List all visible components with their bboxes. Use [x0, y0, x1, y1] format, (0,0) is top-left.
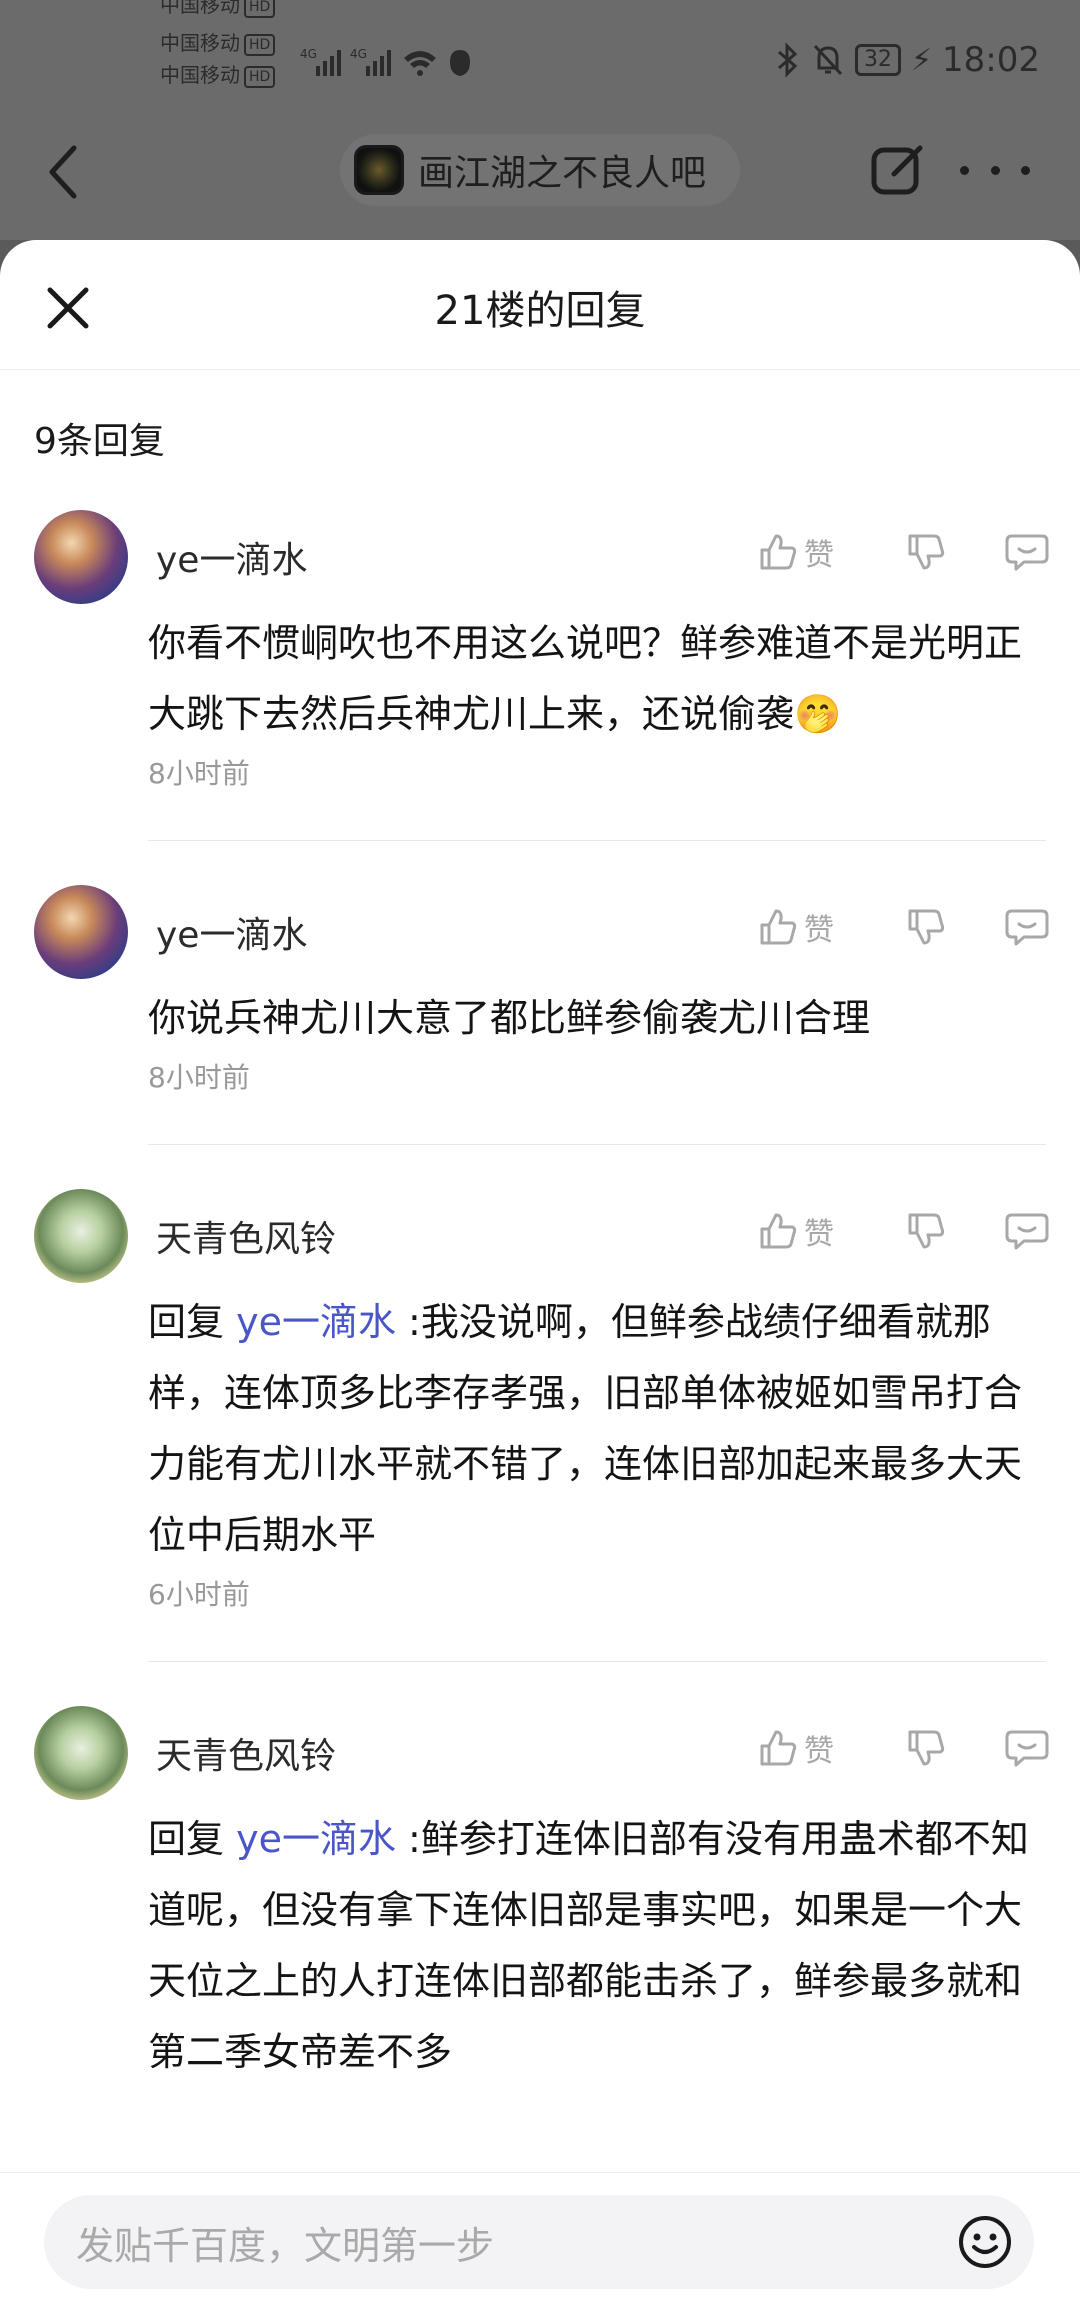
reply-item: 天青色风铃 赞 回复 ye一滴水 :我没说啊，但鲜参战绩仔细看就那样，连体顶多比…: [0, 1189, 1080, 1615]
reply-prefix: 回复: [148, 1817, 237, 1861]
like-label: 赞: [804, 1217, 834, 1252]
avatar[interactable]: [34, 510, 128, 604]
reply-item: 天青色风铃 赞 回复 ye一滴水 :鲜参打连体旧部有没有用蛊术都不知道呢，但没有…: [0, 1706, 1080, 2088]
sheet-title: 21楼的回复: [434, 288, 646, 334]
mention-link[interactable]: ye一滴水: [236, 1300, 396, 1344]
like-label: 赞: [804, 913, 834, 948]
carrier-label: 中国移动 HD: [160, 0, 276, 18]
dislike-button[interactable]: [906, 532, 946, 572]
carrier-label: 中国移动 HD: [160, 62, 276, 88]
like-label: 赞: [804, 538, 834, 573]
comment-bubble-icon: [1005, 909, 1049, 946]
comment-button[interactable]: [1004, 1211, 1050, 1251]
username[interactable]: 天青色风铃: [156, 1727, 336, 1779]
reply-input-bar: 发贴千百度，文明第一步: [0, 2172, 1080, 2310]
avatar[interactable]: [34, 1189, 128, 1283]
svg-text:4G: 4G: [350, 47, 367, 61]
bluetooth-icon: [777, 42, 798, 78]
reply-actions: 赞: [758, 1209, 1050, 1253]
sheet-header: 21楼的回复: [0, 240, 1080, 370]
dislike-button[interactable]: [906, 1211, 946, 1251]
svg-text:4G: 4G: [300, 47, 317, 61]
username[interactable]: 天青色风铃: [156, 1210, 336, 1262]
thumbs-up-icon: [760, 909, 797, 945]
thumbs-up-icon: [760, 1730, 797, 1766]
like-button[interactable]: 赞: [758, 905, 858, 949]
forum-nav-bar: 画江湖之不良人吧: [0, 120, 1080, 220]
avatar[interactable]: [34, 885, 128, 979]
comment-button[interactable]: [1004, 532, 1050, 572]
reply-time: 6小时前: [148, 1578, 250, 1611]
signal-icons: 4G 4G: [300, 47, 470, 76]
thumbs-down-icon: [908, 1730, 945, 1766]
like-button[interactable]: 赞: [758, 1209, 858, 1253]
comment-bubble-icon: [1005, 1213, 1049, 1250]
carrier-label: 中国移动 HD: [160, 30, 276, 56]
like-label: 赞: [804, 1734, 834, 1769]
reply-actions: 赞: [758, 1726, 1050, 1770]
dislike-button[interactable]: [906, 907, 946, 947]
reply-actions: 赞: [758, 530, 1050, 574]
reply-input[interactable]: 发贴千百度，文明第一步: [44, 2195, 1034, 2289]
status-right: 32 ⚡ 18:02: [775, 40, 1040, 80]
reply-prefix: 回复: [148, 1300, 237, 1344]
reply-count: 9条回复: [34, 421, 165, 462]
thumbs-up-icon: [760, 534, 797, 570]
status-bar: 中国移动 HD 中国移动 HD 中国移动 HD 4G 4G 32 ⚡ 18:02: [0, 0, 1080, 90]
reply-text: 回复 ye一滴水 :鲜参打连体旧部有没有用蛊术都不知道呢，但没有拿下连体旧部是事…: [148, 1817, 1029, 2074]
dislike-button[interactable]: [906, 1728, 946, 1768]
forum-avatar: [354, 145, 404, 195]
username[interactable]: ye一滴水: [156, 531, 307, 583]
reply-sheet: 21楼的回复 9条回复 ye一滴水 赞 你看不惯峒吹也不用这么说吧？鲜参难道不是…: [0, 240, 1080, 2310]
more-options-icon[interactable]: [960, 142, 1030, 198]
comment-bubble-icon: [1005, 1730, 1049, 1767]
edit-post-icon[interactable]: [870, 142, 926, 198]
like-button[interactable]: 赞: [758, 1726, 858, 1770]
thumbs-down-icon: [908, 909, 945, 945]
forum-title-pill[interactable]: 画江湖之不良人吧: [340, 134, 740, 206]
reply-time: 8小时前: [148, 1061, 250, 1094]
avatar[interactable]: [34, 1706, 128, 1800]
forum-title: 画江湖之不良人吧: [418, 153, 707, 194]
like-button[interactable]: 赞: [758, 530, 858, 574]
emoji: 🤭: [794, 692, 842, 736]
username[interactable]: ye一滴水: [156, 906, 307, 958]
thumbs-down-icon: [908, 534, 945, 570]
clock: 18:02: [942, 40, 1040, 80]
reply-item: ye一滴水 赞 你看不惯峒吹也不用这么说吧？鲜参难道不是光明正大跳下去然后兵神尤…: [0, 510, 1080, 794]
reply-text: 你看不惯峒吹也不用这么说吧？鲜参难道不是光明正大跳下去然后兵神尤川上来，还说偷袭…: [148, 621, 1023, 736]
battery-indicator: 32: [854, 44, 901, 76]
emoji-icon[interactable]: [956, 2213, 1014, 2271]
reply-time: 8小时前: [148, 757, 250, 790]
back-arrow-icon[interactable]: [44, 142, 84, 202]
mute-bell-icon: [813, 44, 843, 76]
background-app: 中国移动 HD 中国移动 HD 中国移动 HD 4G 4G 32 ⚡ 18:02 画江…: [0, 0, 1080, 240]
comment-bubble-icon: [1005, 534, 1049, 571]
reply-input-placeholder: 发贴千百度，文明第一步: [76, 2223, 495, 2268]
mention-link[interactable]: ye一滴水: [236, 1817, 396, 1861]
reply-list: ye一滴水 赞 你看不惯峒吹也不用这么说吧？鲜参难道不是光明正大跳下去然后兵神尤…: [0, 510, 1080, 2088]
thumbs-down-icon: [908, 1213, 945, 1249]
comment-button[interactable]: [1004, 1728, 1050, 1768]
charging-icon: ⚡: [910, 42, 933, 78]
reply-text: 你说兵神尤川大意了都比鲜参偷袭尤川合理: [148, 996, 871, 1040]
reply-text: 回复 ye一滴水 :我没说啊，但鲜参战绩仔细看就那样，连体顶多比李存孝强，旧部单…: [148, 1300, 1023, 1557]
thumbs-up-icon: [760, 1213, 797, 1249]
reply-actions: 赞: [758, 905, 1050, 949]
reply-item: ye一滴水 赞 你说兵神尤川大意了都比鲜参偷袭尤川合理 8小时前: [0, 885, 1080, 1098]
comment-button[interactable]: [1004, 907, 1050, 947]
